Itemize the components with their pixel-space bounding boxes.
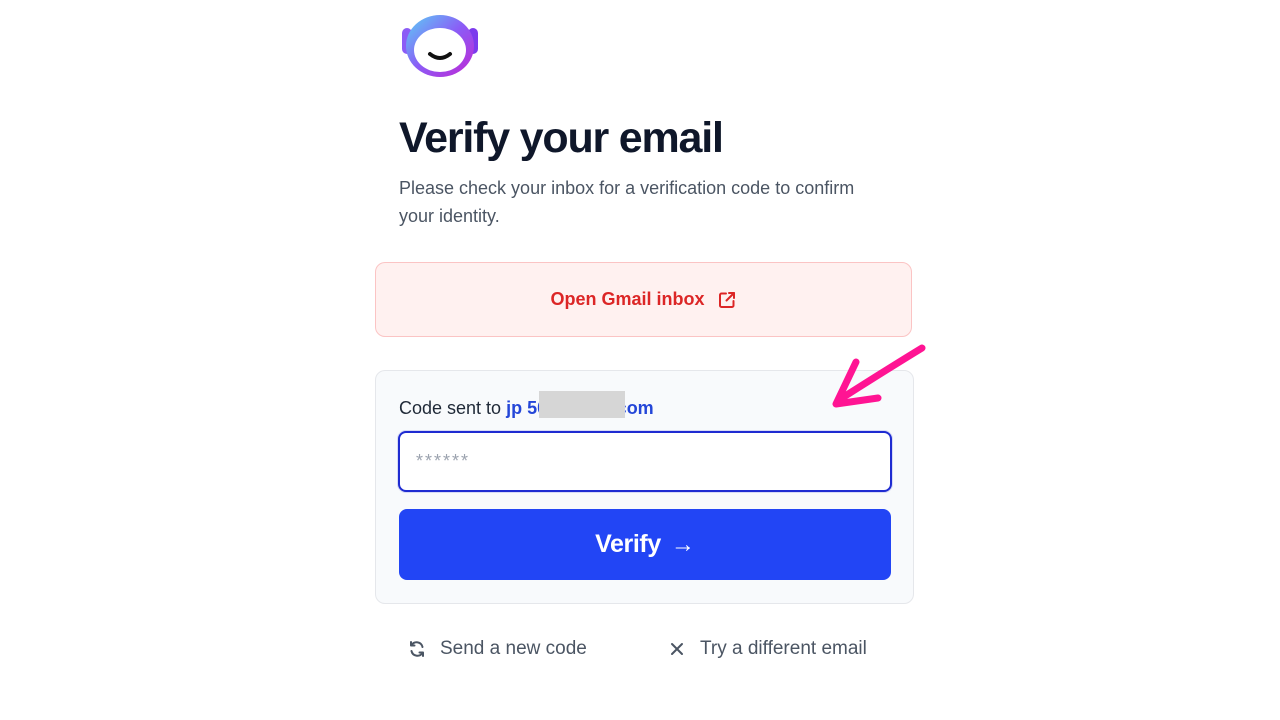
verify-button-label: Verify — [595, 530, 661, 558]
open-gmail-inbox-label: Open Gmail inbox — [550, 289, 705, 309]
verify-button[interactable]: Verify → — [399, 509, 891, 580]
page-subtitle: Please check your inbox for a verificati… — [399, 178, 855, 226]
try-different-email-link[interactable]: Try a different email — [666, 638, 867, 660]
open-gmail-inbox-button[interactable]: Open Gmail inbox — [375, 262, 912, 337]
code-sent-prefix: Code sent to — [399, 398, 502, 418]
redaction-box — [539, 391, 625, 418]
smiling-face-logo-icon — [398, 10, 482, 80]
external-link-icon — [717, 290, 737, 310]
verification-code-input[interactable] — [398, 431, 892, 492]
verify-email-page: Verify your email Please check your inbo… — [0, 0, 1280, 720]
send-new-code-link[interactable]: Send a new code — [406, 638, 587, 660]
try-different-email-label: Try a different email — [700, 638, 867, 659]
close-icon — [666, 638, 688, 660]
pink-pointer-arrow-icon — [826, 342, 930, 412]
arrow-right-icon: → — [670, 530, 695, 558]
refresh-icon — [406, 638, 428, 660]
page-title: Verify your email — [399, 114, 724, 162]
send-new-code-label: Send a new code — [440, 638, 587, 659]
